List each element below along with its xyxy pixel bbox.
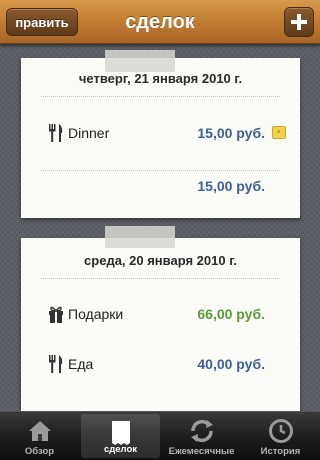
add-transaction-button[interactable] [284, 7, 314, 37]
transaction-amount: 40,00 руб. [197, 356, 265, 372]
category-label: Dinner [68, 125, 110, 141]
repeat-icon [190, 419, 213, 443]
fork-knife-icon [49, 355, 63, 373]
transaction-row[interactable]: Dinner 15,00 руб. ≡ [21, 118, 300, 148]
receipt-icon [111, 421, 130, 445]
tab-bar: Обзор сделок Ежемесячные История [0, 411, 320, 460]
tab-monthly[interactable]: Ежемесячные [162, 412, 241, 460]
page-title: сделок [125, 11, 195, 33]
tab-history[interactable]: История [241, 412, 320, 460]
divider [41, 170, 280, 171]
tab-label: сделок [103, 444, 138, 455]
category-label: Еда [68, 356, 94, 372]
category-label: Подарки [68, 306, 124, 322]
transaction-day-card: четверг, 21 января 2010 г. Dinner 15,00 … [21, 58, 300, 218]
tab-label: Обзор [24, 446, 55, 457]
transaction-row[interactable]: Еда 40,00 руб. [21, 349, 300, 379]
edit-button[interactable]: править [6, 8, 78, 36]
transaction-row[interactable]: Подарки 66,00 руб. [21, 299, 300, 329]
note-icon: ≡ [272, 126, 286, 139]
tape-decoration [105, 226, 175, 248]
transaction-amount: 15,00 руб. [197, 125, 265, 141]
navigation-bar: править сделок [0, 0, 320, 44]
plus-icon [291, 14, 307, 30]
date-header: четверг, 21 января 2010 г. [78, 71, 243, 86]
tab-label: Ежемесячные [168, 446, 235, 457]
fork-knife-icon [49, 124, 63, 142]
tape-decoration [105, 50, 175, 72]
tab-label: История [260, 446, 301, 457]
tab-transactions[interactable]: сделок [81, 414, 160, 458]
divider [41, 278, 280, 279]
divider [41, 96, 280, 97]
tab-overview[interactable]: Обзор [0, 412, 79, 460]
transaction-amount: 66,00 руб. [197, 306, 265, 322]
gift-icon [49, 306, 63, 323]
clock-icon [268, 419, 293, 443]
house-icon [28, 421, 51, 441]
date-header: среда, 20 января 2010 г. [84, 253, 237, 268]
transaction-day-card: среда, 20 января 2010 г. Подарки 66,00 р… [21, 238, 300, 418]
day-total: 15,00 руб. [197, 178, 265, 194]
